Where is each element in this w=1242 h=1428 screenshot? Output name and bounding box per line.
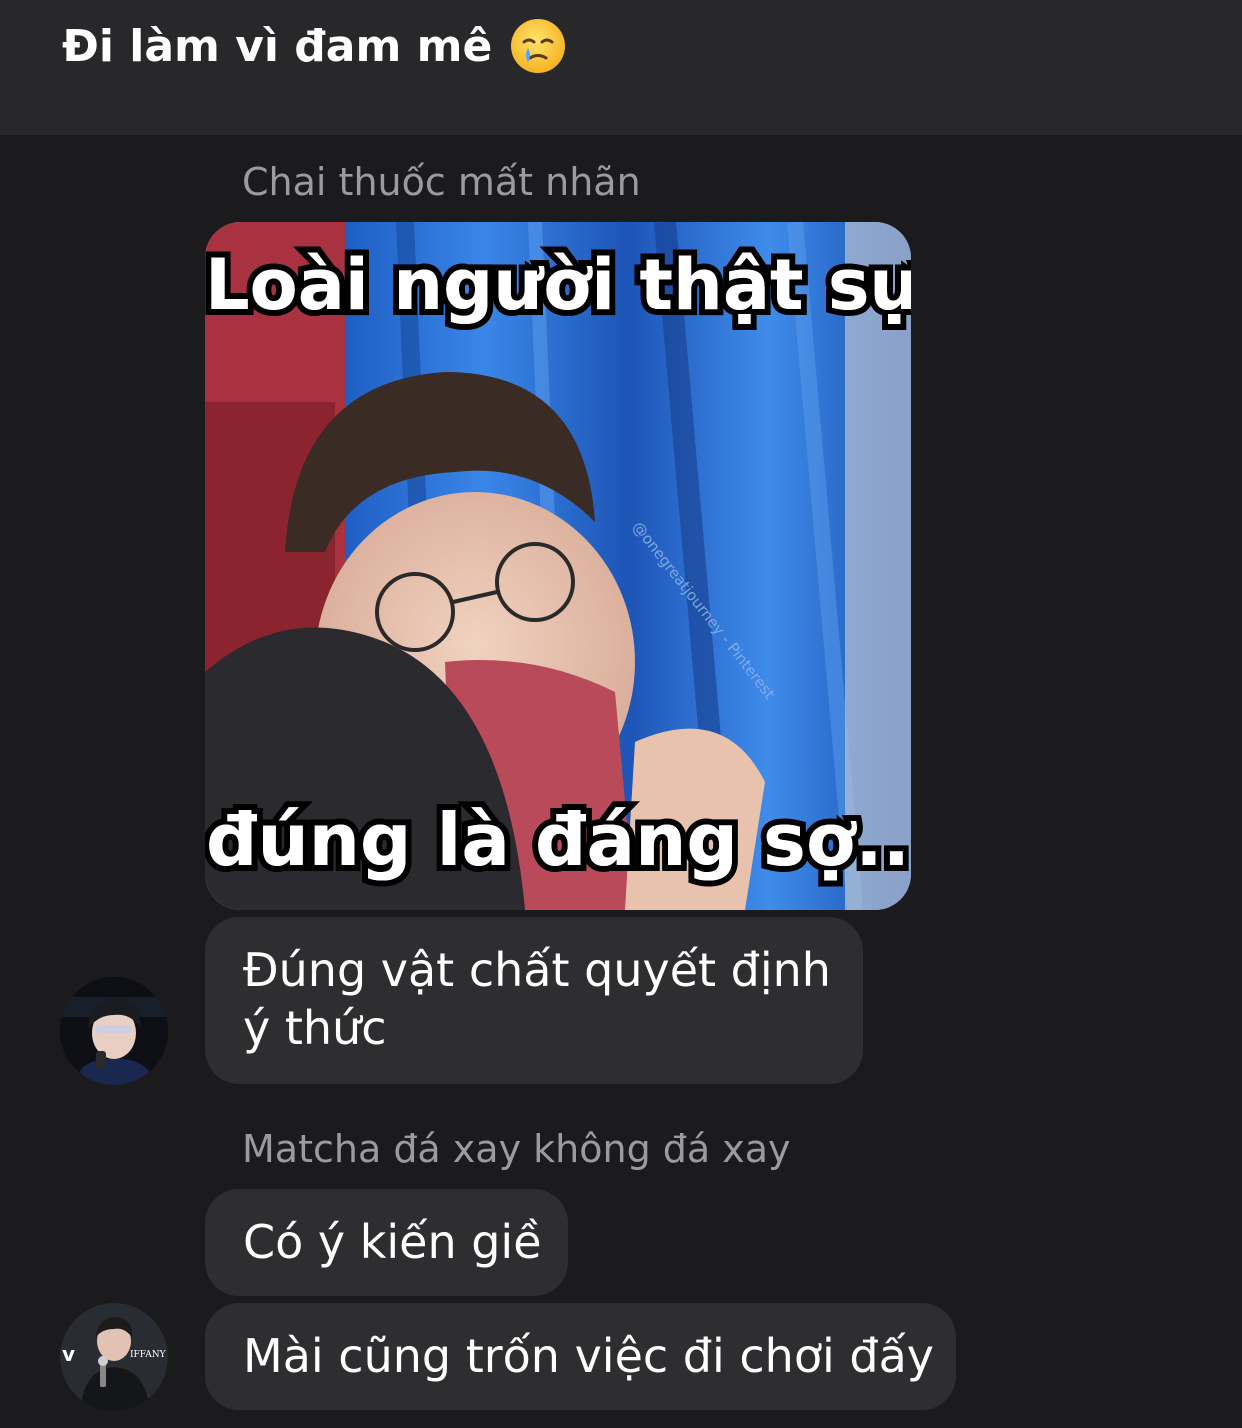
meme-image[interactable]: Loài người thật sự Loài người thật sự đú…: [205, 222, 911, 910]
sender-name: Chai thuốc mất nhãn: [242, 160, 641, 204]
chat-title[interactable]: Đi làm vì đam mê: [62, 18, 566, 74]
message-text-line: ý thức: [243, 1001, 387, 1055]
avatar-text: IFFANY: [130, 1350, 167, 1360]
message-bubble[interactable]: Đúng vật chất quyết định ý thức: [205, 917, 863, 1084]
sender-avatar[interactable]: v IFFANY: [60, 1303, 168, 1411]
message-bubble[interactable]: Mài cũng trốn việc đi chơi đấy: [205, 1303, 956, 1410]
meme-caption-bottom: đúng là đáng sợ..: [205, 798, 910, 882]
svg-text:v: v: [62, 1342, 75, 1366]
meme-caption-top: Loài người thật sự: [205, 244, 911, 326]
message-bubble[interactable]: Có ý kiến giề: [205, 1189, 568, 1296]
sender-name: Matcha đá xay không đá xay: [242, 1127, 791, 1171]
chat-header: Đi làm vì đam mê: [0, 0, 1242, 135]
message-text: Có ý kiến giề: [243, 1215, 542, 1269]
message-text-line: Đúng vật chất quyết định: [243, 943, 831, 997]
sender-avatar[interactable]: [60, 977, 168, 1085]
chat-title-text: Đi làm vì đam mê: [62, 20, 493, 72]
face-holding-back-tears-icon: [510, 18, 566, 74]
message-text: Mài cũng trốn việc đi chơi đấy: [243, 1329, 934, 1383]
